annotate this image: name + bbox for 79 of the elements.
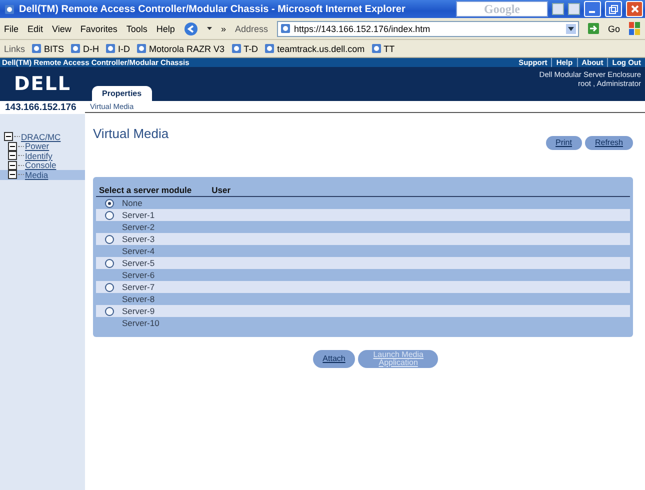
menu-item[interactable]: Edit [28, 24, 44, 34]
table-cell: Server-3 [122, 234, 155, 244]
action-button[interactable]: Refresh [584, 136, 633, 150]
action-button[interactable]: Print [546, 136, 582, 150]
favorite-link[interactable]: I-D [105, 43, 130, 54]
page-icon [230, 43, 242, 54]
maximize-button[interactable] [605, 1, 622, 17]
page-title: Virtual Media [93, 126, 169, 141]
window-title: Dell(TM) Remote Access Controller/Modular Chassis - Microsoft Internet Explorer [19, 4, 406, 14]
logo: DELL [14, 73, 71, 95]
close-icon [630, 5, 638, 13]
close-button[interactable] [626, 1, 643, 17]
tree-link[interactable]: Console [25, 160, 56, 170]
table-cell: Server-4 [122, 246, 155, 256]
page-icon [370, 43, 382, 54]
column-header: Select a server module [99, 185, 192, 195]
dropdown-icon[interactable] [566, 24, 576, 34]
minimize-button[interactable] [584, 1, 601, 17]
menu-item[interactable]: View [52, 24, 72, 34]
tree-item[interactable]: Power [0, 142, 85, 151]
caret-icon[interactable] [206, 26, 212, 30]
radio-button[interactable] [104, 258, 114, 268]
favorite-link[interactable]: BITS [31, 43, 64, 54]
table-cell: Server-6 [122, 270, 155, 280]
table-cell: Server-1 [122, 210, 155, 220]
menu-item[interactable]: Help [156, 24, 175, 34]
page-icon [280, 23, 291, 34]
page-icon [31, 43, 42, 54]
table-cell: Server-2 [122, 222, 155, 232]
back-icon[interactable] [184, 22, 198, 36]
tree-link[interactable]: DRAC/MC [21, 132, 61, 142]
radio-button[interactable] [104, 210, 114, 220]
tree-item[interactable]: Console [0, 160, 85, 170]
table-cell: Server-7 [122, 282, 155, 292]
table-cell: None [122, 198, 142, 208]
collapse-icon[interactable] [8, 160, 17, 170]
table-cell: Server-10 [122, 318, 160, 328]
address-field[interactable]: https://143.166.152.176/index.htm [276, 20, 579, 36]
favorite-link[interactable]: teamtrack.us.dell.com [264, 43, 365, 54]
page-icon [70, 43, 82, 54]
radio-button[interactable] [104, 234, 114, 244]
go-arrow-icon[interactable] [588, 23, 599, 34]
radio-button[interactable] [104, 282, 114, 292]
host-address: 143.166.152.176 [0, 101, 85, 114]
collapse-icon[interactable] [4, 132, 13, 142]
favorite-link[interactable]: D-H [70, 43, 100, 54]
favorite-link[interactable]: TT [370, 43, 395, 54]
collapse-icon[interactable] [8, 151, 17, 160]
windows-logo-icon [629, 22, 641, 35]
page-icon [264, 43, 276, 54]
favorite-link[interactable]: Motorola RAZR V3 [136, 43, 225, 54]
tree-item[interactable]: Identify [0, 151, 85, 160]
radio-button[interactable] [104, 198, 114, 208]
menu-item[interactable]: Tools [126, 24, 148, 34]
browser-icon [4, 4, 15, 14]
collapse-icon[interactable] [8, 142, 17, 151]
go-label[interactable]: Go [608, 24, 620, 34]
tree-item[interactable]: DRAC/MC [4, 132, 85, 142]
collapse-icon[interactable] [8, 170, 17, 180]
table-cell: Server-8 [122, 294, 155, 304]
links-label: Links [4, 44, 26, 54]
tab[interactable]: Properties [92, 86, 152, 101]
page-icon [136, 43, 148, 54]
column-header: User [212, 185, 231, 195]
address-label: Address [234, 24, 268, 34]
page-icon [105, 43, 116, 54]
table-cell: Server-5 [122, 258, 155, 268]
favorite-link[interactable]: T-D [230, 43, 258, 54]
chevron-icon[interactable]: » [220, 24, 226, 34]
tree-link[interactable]: Identify [25, 150, 52, 161]
restore-icon [609, 4, 618, 14]
form-button[interactable]: Attach [312, 350, 356, 368]
menu-item[interactable]: File [4, 24, 19, 34]
radio-button[interactable] [104, 306, 114, 316]
tree-item[interactable]: Media [0, 170, 85, 180]
tree-link[interactable]: Power [25, 141, 50, 152]
table-cell: Server-9 [122, 306, 155, 316]
menu-item[interactable]: Favorites [80, 24, 118, 34]
tree-link[interactable]: Media [25, 170, 48, 180]
